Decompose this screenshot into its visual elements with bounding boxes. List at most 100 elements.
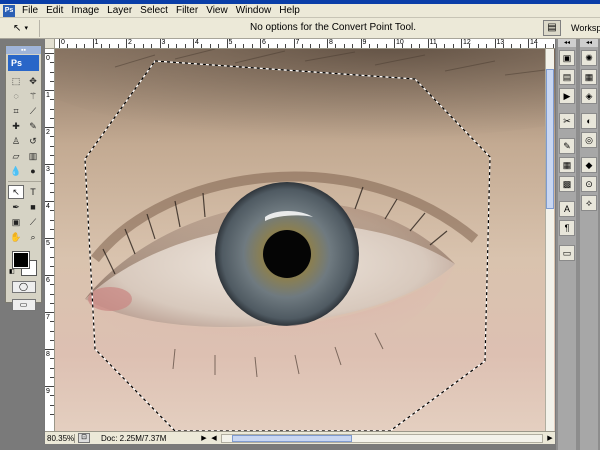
ruler-minor-tick: [84, 44, 86, 48]
tool-grid: ⬚ ✥ ◌ ⚚ ⌗ ⟋ ✚ ✎ ♙ ↺ ▱ ▥ 💧 ● ↖ T ✒ ■ ▣ ⟋ …: [6, 72, 41, 246]
horizontal-scrollbar[interactable]: [221, 433, 543, 443]
menu-window[interactable]: Window: [232, 4, 276, 18]
menu-help[interactable]: Help: [275, 4, 304, 18]
lasso-icon[interactable]: ◌: [8, 89, 24, 103]
ruler-minor-tick: [50, 256, 54, 258]
image-canvas[interactable]: [55, 49, 555, 431]
horizontal-ruler[interactable]: 0 1 2 3 4 5 6 7 8 9 10 11 12 13 14: [55, 39, 555, 49]
menu-layer[interactable]: Layer: [103, 4, 136, 18]
ruler-label: 8: [46, 351, 50, 358]
brushes-icon[interactable]: ✎: [559, 138, 575, 154]
masks-icon[interactable]: ◎: [581, 132, 597, 148]
layers-icon[interactable]: ◆: [581, 157, 597, 173]
history-icon[interactable]: ▤: [559, 69, 575, 85]
channels-icon[interactable]: ⊙: [581, 176, 597, 192]
magic-wand-icon[interactable]: ⚚: [25, 89, 41, 103]
info-icon[interactable]: ▭: [559, 245, 575, 261]
palette-grip[interactable]: ▪▪: [6, 46, 41, 54]
color-icon[interactable]: ✺: [581, 50, 597, 66]
scroll-left-icon[interactable]: ◀: [209, 434, 219, 442]
ruler-origin[interactable]: [45, 39, 55, 49]
eraser-icon[interactable]: ▱: [8, 149, 24, 163]
status-menu-icon[interactable]: ⊡: [78, 433, 90, 443]
pen-icon[interactable]: ✒: [8, 200, 24, 214]
photoshop-logo[interactable]: Ps: [8, 55, 39, 71]
dock-grip-2[interactable]: ◂◂: [580, 39, 598, 47]
default-colors-icon[interactable]: ◧: [9, 268, 15, 275]
gradient-icon[interactable]: ▥: [25, 149, 41, 163]
ruler-minor-tick: [50, 228, 54, 230]
menu-select[interactable]: Select: [136, 4, 172, 18]
hand-icon[interactable]: ✋: [8, 230, 24, 244]
move-icon[interactable]: ✥: [25, 74, 41, 88]
ruler-tick: [45, 53, 54, 54]
ruler-label: 8: [329, 39, 333, 46]
zoom-level[interactable]: 80.35%: [45, 433, 75, 443]
ruler-minor-tick: [184, 44, 186, 48]
foreground-color-swatch[interactable]: [12, 251, 30, 269]
shape-icon[interactable]: ■: [25, 200, 41, 214]
zoom-icon[interactable]: ⌕: [25, 230, 41, 244]
vertical-scrollbar[interactable]: [545, 49, 554, 431]
ruler-minor-tick: [419, 44, 421, 48]
screen-mode-icon[interactable]: ▭: [11, 299, 36, 311]
ruler-label: 1: [94, 39, 99, 46]
palette-well-icon[interactable]: ▤: [543, 20, 561, 36]
slice-icon[interactable]: ⟋: [25, 104, 41, 118]
navigator-icon[interactable]: ▣: [559, 50, 575, 66]
brush-icon[interactable]: ✎: [25, 119, 41, 133]
ruler-minor-tick: [50, 117, 54, 119]
ruler-minor-tick: [50, 367, 54, 369]
dodge-icon[interactable]: ●: [25, 164, 41, 178]
ruler-tick: [126, 39, 127, 48]
ruler-minor-tick: [276, 44, 278, 48]
document-size-info: Doc: 2.25M/7.37M: [101, 433, 167, 443]
vertical-scroll-thumb[interactable]: [546, 69, 554, 209]
palette-dock: ◂◂ ▣ ▤ ▶ ✂ ✎ ▦ ▩ A ¶ ▭ ◂◂ ✺ ▦ ◈ ◐ ◎ ◆ ⊙ …: [556, 39, 600, 450]
menu-file[interactable]: File: [18, 4, 42, 18]
tool-presets-icon[interactable]: ✂: [559, 113, 575, 129]
menu-edit[interactable]: Edit: [42, 4, 67, 18]
healing-brush-icon[interactable]: ✚: [8, 119, 24, 133]
character-icon[interactable]: A: [559, 201, 575, 217]
clone-stamp-icon[interactable]: ♙: [8, 134, 24, 148]
horizontal-scroll-thumb[interactable]: [232, 434, 352, 442]
workspace-menu[interactable]: Workspac: [571, 23, 600, 33]
ruler-minor-tick: [50, 108, 54, 110]
ruler-label: 5: [228, 39, 233, 46]
menu-filter[interactable]: Filter: [172, 4, 202, 18]
menu-view[interactable]: View: [202, 4, 232, 18]
swatches-icon[interactable]: ▦: [581, 69, 597, 85]
ruler-minor-tick: [50, 62, 54, 64]
status-arrow-icon[interactable]: ▶: [199, 434, 209, 442]
ruler-minor-tick: [134, 44, 136, 48]
blur-icon[interactable]: 💧: [8, 164, 24, 178]
ruler-minor-tick: [176, 44, 178, 48]
ruler-minor-tick: [50, 154, 54, 156]
clone-source-icon[interactable]: ▦: [559, 157, 575, 173]
type-icon[interactable]: T: [25, 185, 41, 199]
ruler-tick: [260, 39, 261, 48]
paragraph-icon[interactable]: ¶: [559, 220, 575, 236]
eyedropper-icon[interactable]: ⟋: [25, 215, 41, 229]
marquee-icon[interactable]: ⬚: [8, 74, 24, 88]
vertical-ruler[interactable]: 0 1 2 3 4 5 6 7 8 9: [45, 49, 55, 431]
menu-image[interactable]: Image: [67, 4, 103, 18]
path-selection-icon[interactable]: ↖: [8, 185, 24, 199]
ruler-label: 4: [46, 203, 50, 210]
styles-icon[interactable]: ◈: [581, 88, 597, 104]
layer-comps-icon[interactable]: ▩: [559, 176, 575, 192]
options-bar: ↖ ▾ No options for the Convert Point Too…: [0, 18, 600, 39]
crop-icon[interactable]: ⌗: [8, 104, 24, 118]
quick-mask-mode-icon[interactable]: ◯: [11, 281, 36, 293]
paths-icon[interactable]: ⟡: [581, 195, 597, 211]
notes-icon[interactable]: ▣: [8, 215, 24, 229]
ruler-minor-tick: [50, 247, 54, 249]
dock-grip[interactable]: ◂◂: [558, 39, 576, 47]
photoshop-app-icon[interactable]: Ps: [3, 4, 15, 17]
adjustments-icon[interactable]: ◐: [581, 113, 597, 129]
actions-icon[interactable]: ▶: [559, 88, 575, 104]
tool-preset-picker[interactable]: ↖ ▾: [2, 19, 40, 37]
scroll-right-icon[interactable]: ▶: [545, 434, 555, 442]
history-brush-icon[interactable]: ↺: [25, 134, 41, 148]
